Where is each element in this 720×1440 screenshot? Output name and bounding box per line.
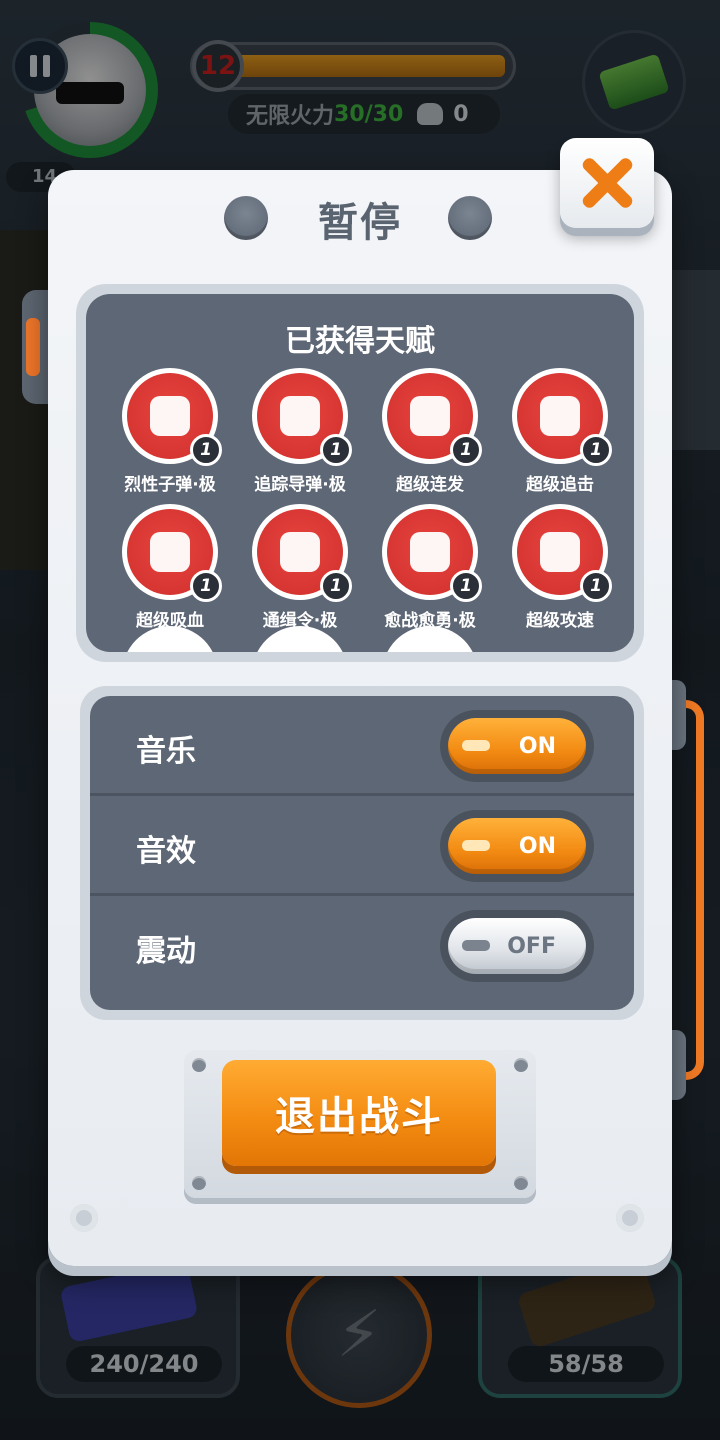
talent-item[interactable]: 1 超级追击 xyxy=(500,368,620,495)
talent-level-badge: 1 xyxy=(580,434,612,466)
setting-row-vibration: 震动 OFF xyxy=(90,896,634,996)
exit-button-frame: 退出战斗 xyxy=(184,1050,536,1198)
stopwatch-gun-icon xyxy=(540,532,580,572)
talent-level-badge: 1 xyxy=(580,570,612,602)
fist-icon xyxy=(410,532,450,572)
chase-gun-icon xyxy=(540,396,580,436)
talents-title: 已获得天赋 xyxy=(285,324,435,359)
talent-item[interactable]: 1 烈性子弹·极 xyxy=(110,368,230,495)
talent-item[interactable]: 1 追踪导弹·极 xyxy=(240,368,360,495)
setting-row-music: 音乐 ON xyxy=(90,696,634,796)
setting-label: 音效 xyxy=(136,834,196,869)
talent-name: 烈性子弹·极 xyxy=(124,475,216,495)
talent-item[interactable]: 1 超级攻速 xyxy=(500,504,620,631)
talent-level-badge: 1 xyxy=(190,434,222,466)
toggle-state: OFF xyxy=(507,933,556,959)
toggle-state: ON xyxy=(518,833,556,859)
talent-level-badge: 1 xyxy=(190,570,222,602)
talents-grid: 已获得天赋 1 烈性子弹·极 1 追踪导弹·极 1 超级连发 1 超级追击 1 … xyxy=(86,294,634,652)
title-bolt-right xyxy=(448,196,492,240)
setting-label: 震动 xyxy=(136,934,196,969)
talent-level-badge: 1 xyxy=(450,434,482,466)
pause-panel: 暂停 已获得天赋 1 烈性子弹·极 1 追踪导弹·极 1 超级连发 1 超级追击… xyxy=(48,170,672,1266)
talent-level-badge: 1 xyxy=(320,434,352,466)
talent-name: 超级连发 xyxy=(396,475,464,495)
talent-name: 超级追击 xyxy=(526,475,594,495)
talent-item[interactable]: 1 愈战愈勇·极 xyxy=(370,504,490,631)
talent-level-badge: 1 xyxy=(320,570,352,602)
exit-battle-button[interactable]: 退出战斗 xyxy=(222,1060,496,1166)
settings-section: 音乐 ON 音效 ON 震动 OFF xyxy=(80,686,644,1020)
toggle-state: ON xyxy=(518,733,556,759)
close-button[interactable] xyxy=(560,138,654,228)
talent-name: 超级攻速 xyxy=(526,611,594,631)
talent-item[interactable]: 1 超级吸血 xyxy=(110,504,230,631)
talent-item[interactable]: 1 通缉令·极 xyxy=(240,504,360,631)
setting-label: 音乐 xyxy=(136,734,196,769)
music-toggle[interactable]: ON xyxy=(448,718,586,774)
talents-section: 已获得天赋 1 烈性子弹·极 1 追踪导弹·极 1 超级连发 1 超级追击 1 … xyxy=(76,284,644,662)
sound-effects-toggle[interactable]: ON xyxy=(448,818,586,874)
homing-missile-icon xyxy=(280,396,320,436)
vibration-toggle[interactable]: OFF xyxy=(448,918,586,974)
skull-bullet-icon xyxy=(150,396,190,436)
talent-name: 追踪导弹·极 xyxy=(254,475,346,495)
bolt-icon xyxy=(616,1204,644,1232)
talent-item[interactable]: 1 超级连发 xyxy=(370,368,490,495)
talent-level-badge: 1 xyxy=(450,570,482,602)
lifesteal-icon xyxy=(150,532,190,572)
rapid-fire-icon xyxy=(410,396,450,436)
setting-row-sfx: 音效 ON xyxy=(90,796,634,896)
close-icon xyxy=(579,155,635,211)
wanted-poster-icon xyxy=(280,532,320,572)
bolt-icon xyxy=(70,1204,98,1232)
